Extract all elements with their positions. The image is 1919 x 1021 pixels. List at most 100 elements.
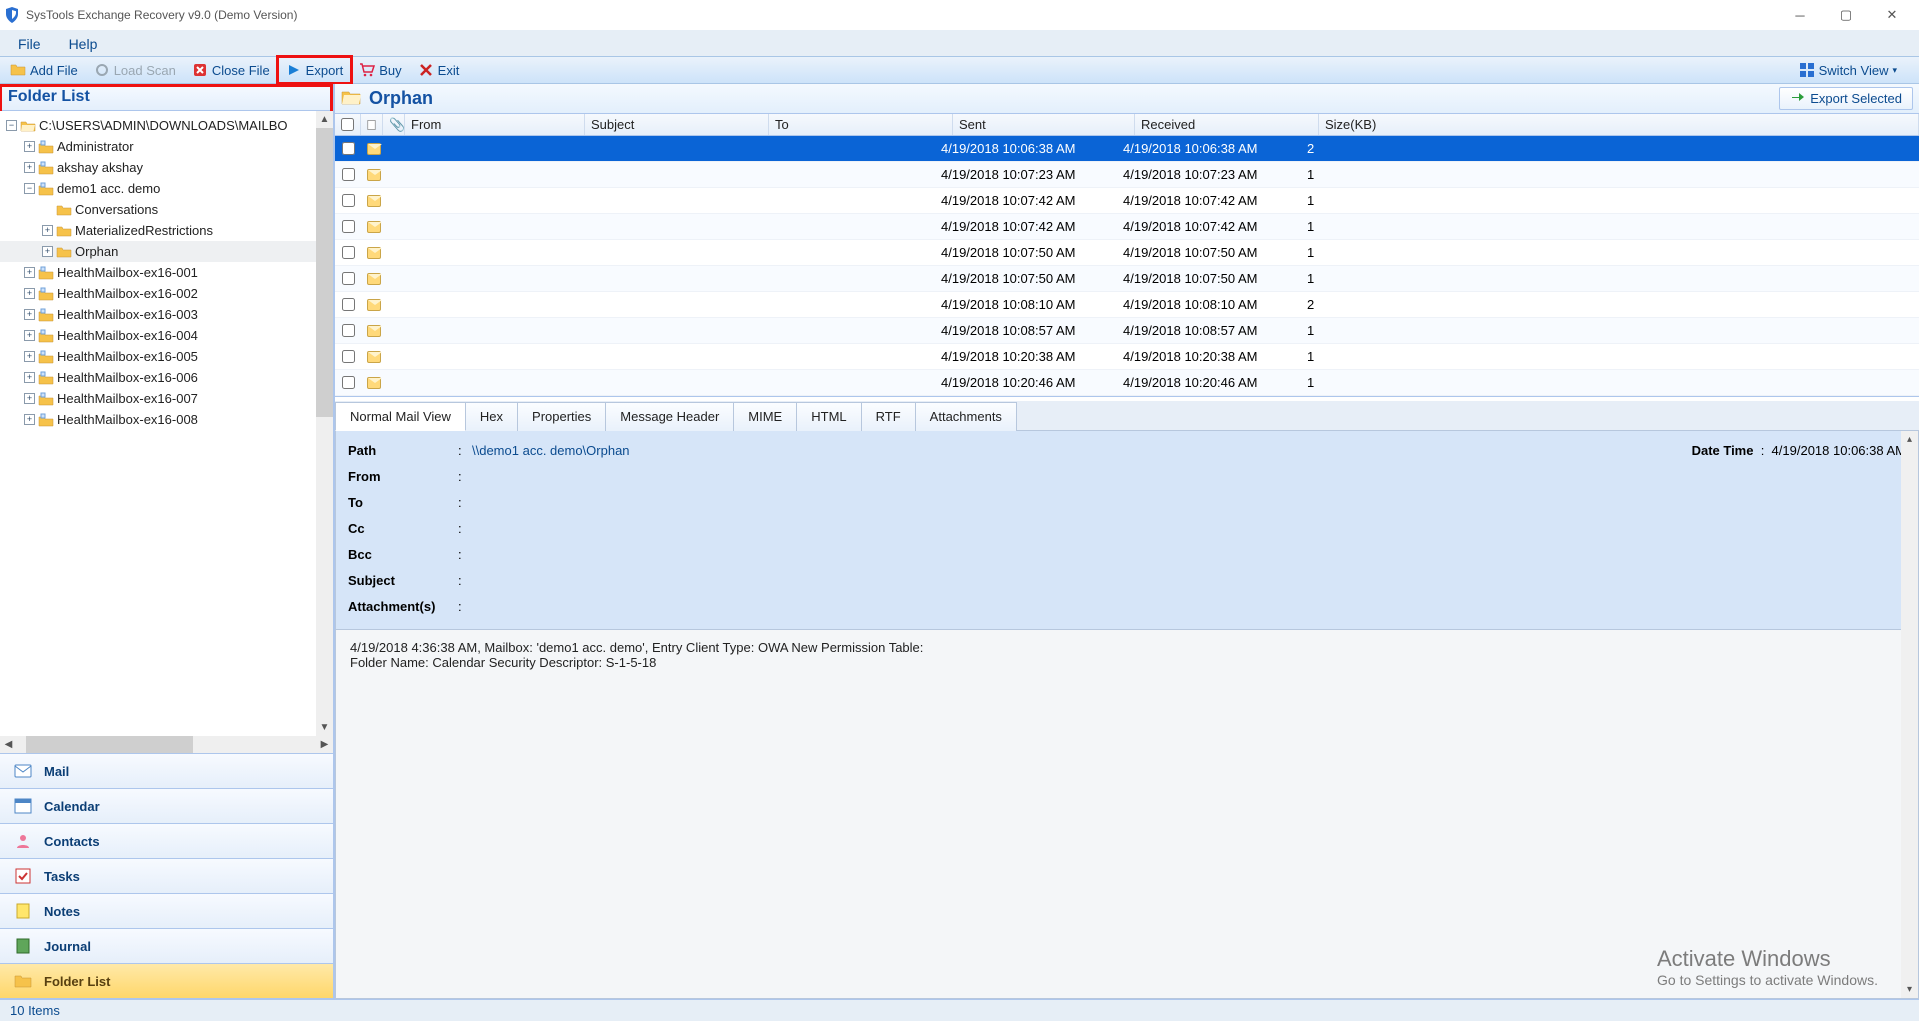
header-received[interactable]: Received xyxy=(1135,114,1319,135)
tab-mime[interactable]: MIME xyxy=(733,402,797,431)
table-row[interactable]: 4/19/2018 10:07:50 AM4/19/2018 10:07:50 … xyxy=(335,266,1919,292)
tree-item[interactable]: Conversations xyxy=(0,199,333,220)
minimize-button[interactable]: ─ xyxy=(1777,0,1823,30)
export-button[interactable]: Export xyxy=(278,57,352,83)
tree-item[interactable]: +Orphan xyxy=(0,241,333,262)
tab-attachments[interactable]: Attachments xyxy=(915,402,1017,431)
expand-icon[interactable]: + xyxy=(24,141,35,152)
expand-icon[interactable]: + xyxy=(24,393,35,404)
expand-icon[interactable]: + xyxy=(24,309,35,320)
row-checkbox[interactable] xyxy=(335,194,361,207)
header-subject[interactable]: Subject xyxy=(585,114,769,135)
collapse-icon[interactable]: − xyxy=(6,120,17,131)
export-selected-button[interactable]: Export Selected xyxy=(1779,87,1913,110)
collapse-icon[interactable]: − xyxy=(24,183,35,194)
nav-journal[interactable]: Journal xyxy=(0,928,333,963)
maximize-button[interactable]: ▢ xyxy=(1823,0,1869,30)
header-doc-column[interactable] xyxy=(361,114,383,135)
header-checkbox[interactable] xyxy=(335,114,361,135)
table-row[interactable]: 4/19/2018 10:20:38 AM4/19/2018 10:20:38 … xyxy=(335,344,1919,370)
tree-item[interactable]: −demo1 acc. demo xyxy=(0,178,333,199)
table-row[interactable]: 4/19/2018 10:08:57 AM4/19/2018 10:08:57 … xyxy=(335,318,1919,344)
row-checkbox[interactable] xyxy=(335,272,361,285)
row-checkbox[interactable] xyxy=(335,298,361,311)
tree-item[interactable]: +Administrator xyxy=(0,136,333,157)
expand-icon[interactable]: + xyxy=(24,351,35,362)
tree-item[interactable]: +HealthMailbox-ex16-008 xyxy=(0,409,333,430)
header-size[interactable]: Size(KB) xyxy=(1319,114,1919,135)
close-file-button[interactable]: Close File xyxy=(184,57,278,83)
tree-item[interactable]: +HealthMailbox-ex16-001 xyxy=(0,262,333,283)
tree-item[interactable]: +akshay akshay xyxy=(0,157,333,178)
row-checkbox[interactable] xyxy=(335,324,361,337)
tree-item[interactable]: +HealthMailbox-ex16-007 xyxy=(0,388,333,409)
table-row[interactable]: 4/19/2018 10:20:46 AM4/19/2018 10:20:46 … xyxy=(335,370,1919,396)
row-checkbox[interactable] xyxy=(335,376,361,389)
menu-help[interactable]: Help xyxy=(57,34,110,54)
header-to[interactable]: To xyxy=(769,114,953,135)
tab-hex[interactable]: Hex xyxy=(465,402,518,431)
menu-file[interactable]: File xyxy=(6,34,53,54)
nav-folder-list[interactable]: Folder List xyxy=(0,963,333,998)
tree-item[interactable]: +HealthMailbox-ex16-005 xyxy=(0,346,333,367)
expand-icon[interactable]: + xyxy=(24,162,35,173)
expand-icon[interactable]: + xyxy=(24,288,35,299)
header-attachment-column[interactable]: 📎 xyxy=(383,114,405,135)
expand-icon[interactable]: + xyxy=(42,246,53,257)
tab-rtf[interactable]: RTF xyxy=(861,402,916,431)
exit-button[interactable]: Exit xyxy=(410,57,468,83)
tree-horizontal-scrollbar[interactable]: ◀ ▶ xyxy=(0,736,333,753)
scrollbar-thumb[interactable] xyxy=(316,128,333,417)
scroll-up-icon[interactable]: ▴ xyxy=(1901,431,1918,448)
tab-properties[interactable]: Properties xyxy=(517,402,606,431)
table-row[interactable]: 4/19/2018 10:07:23 AM4/19/2018 10:07:23 … xyxy=(335,162,1919,188)
scroll-up-icon[interactable]: ▲ xyxy=(316,111,333,128)
scroll-down-icon[interactable]: ▾ xyxy=(1901,981,1918,998)
close-button[interactable]: ✕ xyxy=(1869,0,1915,30)
tree-item[interactable]: +HealthMailbox-ex16-003 xyxy=(0,304,333,325)
table-row[interactable]: 4/19/2018 10:07:50 AM4/19/2018 10:07:50 … xyxy=(335,240,1919,266)
tree-vertical-scrollbar[interactable]: ▲ ▼ xyxy=(316,111,333,753)
tree-item[interactable]: +HealthMailbox-ex16-002 xyxy=(0,283,333,304)
tab-normal-mail-view[interactable]: Normal Mail View xyxy=(335,402,466,431)
preview-scrollbar[interactable]: ▴ ▾ xyxy=(1901,431,1918,998)
header-sent[interactable]: Sent xyxy=(953,114,1135,135)
nav-tasks[interactable]: Tasks xyxy=(0,858,333,893)
table-row[interactable]: 4/19/2018 10:08:10 AM4/19/2018 10:08:10 … xyxy=(335,292,1919,318)
tree-item[interactable]: +MaterializedRestrictions xyxy=(0,220,333,241)
scroll-down-icon[interactable]: ▼ xyxy=(316,719,333,736)
row-checkbox[interactable] xyxy=(335,246,361,259)
add-file-button[interactable]: Add File xyxy=(2,57,86,83)
tree-item[interactable]: +HealthMailbox-ex16-004 xyxy=(0,325,333,346)
tree-root[interactable]: −C:\USERS\ADMIN\DOWNLOADS\MAILBO xyxy=(0,115,333,136)
table-row[interactable]: 4/19/2018 10:07:42 AM4/19/2018 10:07:42 … xyxy=(335,214,1919,240)
nav-contacts[interactable]: Contacts xyxy=(0,823,333,858)
expand-icon[interactable]: + xyxy=(24,414,35,425)
row-checkbox[interactable] xyxy=(335,168,361,181)
scroll-right-icon[interactable]: ▶ xyxy=(316,736,333,753)
expand-icon[interactable]: + xyxy=(24,330,35,341)
nav-mail[interactable]: Mail xyxy=(0,753,333,788)
nav-calendar[interactable]: Calendar xyxy=(0,788,333,823)
path-link[interactable]: \\demo1 acc. demo\Orphan xyxy=(472,443,630,458)
table-row[interactable]: 4/19/2018 10:07:42 AM4/19/2018 10:07:42 … xyxy=(335,188,1919,214)
expand-icon[interactable]: + xyxy=(24,267,35,278)
nav-notes[interactable]: Notes xyxy=(0,893,333,928)
mailbox-icon xyxy=(38,286,54,302)
tree-item[interactable]: +HealthMailbox-ex16-006 xyxy=(0,367,333,388)
header-from[interactable]: From xyxy=(405,114,585,135)
table-row[interactable]: 4/19/2018 10:06:38 AM4/19/2018 10:06:38 … xyxy=(335,136,1919,162)
row-checkbox[interactable] xyxy=(335,350,361,363)
scroll-left-icon[interactable]: ◀ xyxy=(0,736,17,753)
expand-icon[interactable]: + xyxy=(42,225,53,236)
folder-tree[interactable]: −C:\USERS\ADMIN\DOWNLOADS\MAILBO+Adminis… xyxy=(0,111,333,448)
row-checkbox[interactable] xyxy=(335,142,361,155)
buy-button[interactable]: Buy xyxy=(351,57,409,83)
switch-view-button[interactable]: Switch View ▾ xyxy=(1791,57,1905,83)
row-checkbox[interactable] xyxy=(335,220,361,233)
load-scan-button[interactable]: Load Scan xyxy=(86,57,184,83)
tab-html[interactable]: HTML xyxy=(796,402,861,431)
scrollbar-thumb[interactable] xyxy=(26,736,193,753)
expand-icon[interactable]: + xyxy=(24,372,35,383)
tab-message-header[interactable]: Message Header xyxy=(605,402,734,431)
